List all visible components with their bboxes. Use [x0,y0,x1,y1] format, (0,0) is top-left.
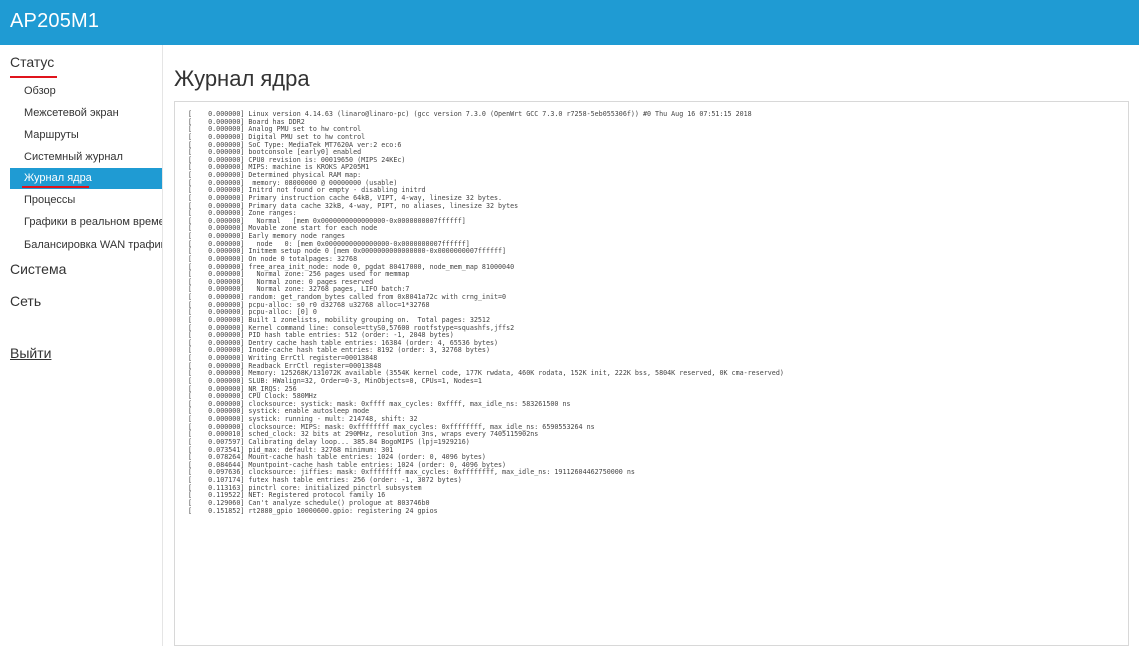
sidebar-item-overview[interactable]: Обзор [10,81,162,102]
nav-section-status-label: Статус [10,54,55,70]
sidebar-item-label: Процессы [24,194,76,206]
sidebar-item-firewall[interactable]: Межсетевой экран [10,103,162,124]
sidebar-item-label: Графики в реальном време [24,216,162,228]
sidebar-item-label: Маршруты [24,129,79,141]
sidebar-item-processes[interactable]: Процессы [10,190,162,211]
logout-link[interactable]: Выйти [10,345,51,361]
kernel-log-red-underline [22,186,89,188]
log-line: [ 0.151852] rt2880_gpio 10000600.gpio: r… [188,506,438,515]
status-red-underline [10,76,57,78]
sidebar-item-label: Балансировка WAN трафик [24,239,162,251]
nav-section-system[interactable]: Система [10,261,66,277]
kernel-log-text: [ 0.000000] Linux version 4.14.63 (linar… [188,110,784,515]
sidebar-item-label: Журнал ядра [24,172,92,184]
nav-section-network[interactable]: Сеть [10,293,41,309]
sidebar-item-label: Межсетевой экран [24,107,119,119]
sidebar-item-realtime-graphs[interactable]: Графики в реальном време [10,212,162,233]
sidebar-item-system-log[interactable]: Системный журнал [10,147,162,168]
sidebar-item-routes[interactable]: Маршруты [10,125,162,146]
page-title: Журнал ядра [174,66,310,91]
sidebar-item-label: Обзор [24,85,56,97]
top-bar: AP205M1 [0,0,1139,45]
sidebar: Статус Обзор Межсетевой экран Маршруты С… [0,45,163,646]
nav-section-status[interactable]: Статус [10,54,57,78]
kernel-log-panel[interactable]: [ 0.000000] Linux version 4.14.63 (linar… [174,101,1129,646]
brand-title[interactable]: AP205M1 [10,10,99,33]
sidebar-item-wan-balancing[interactable]: Балансировка WAN трафик [10,235,162,256]
sidebar-item-label: Системный журнал [24,151,123,163]
